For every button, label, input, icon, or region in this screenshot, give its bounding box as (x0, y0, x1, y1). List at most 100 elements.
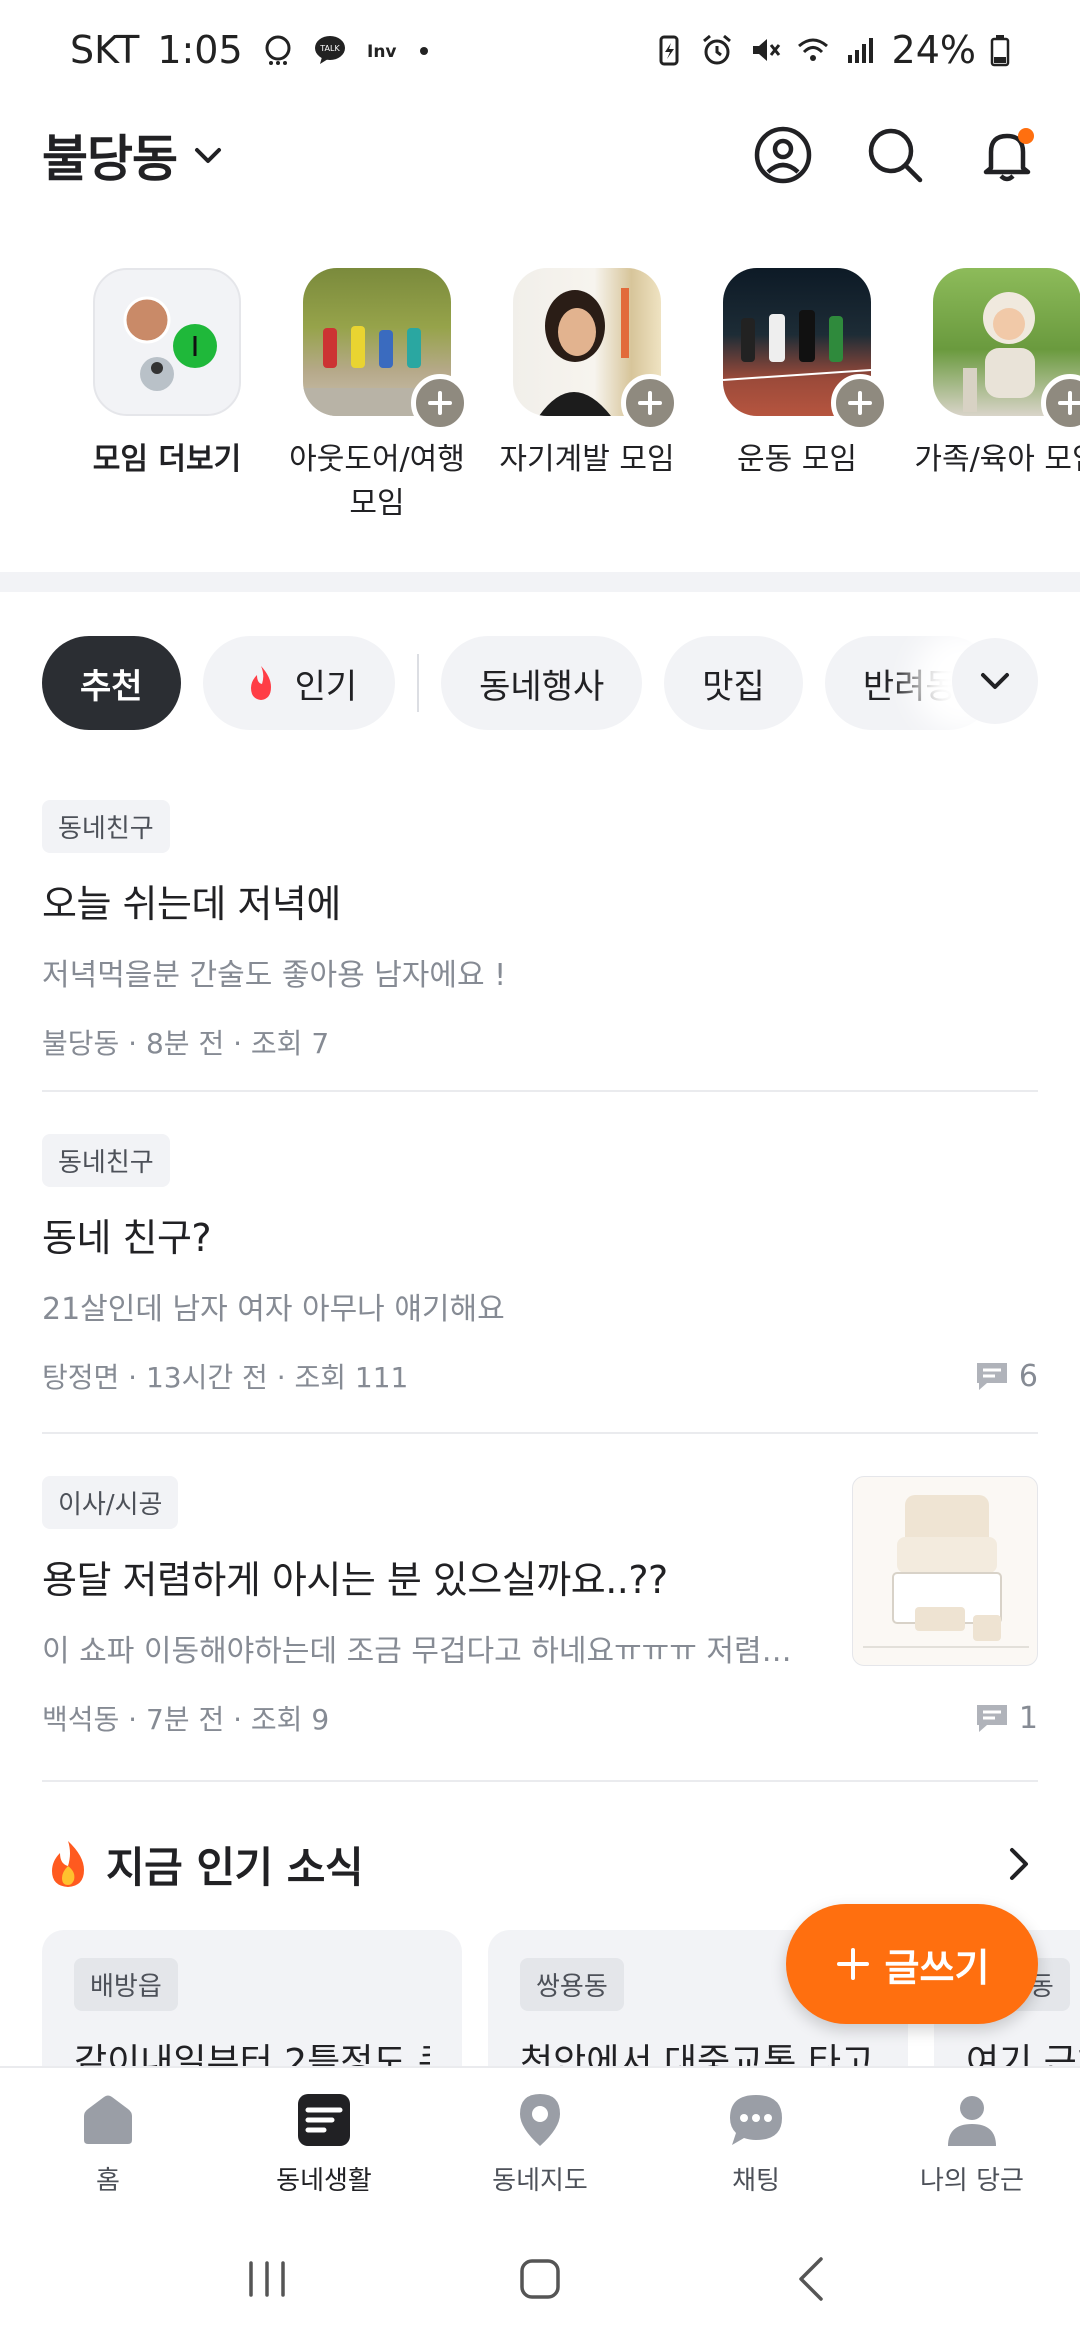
join-plus-icon (411, 374, 469, 432)
group-label: 아웃도어/여행 모임 (289, 442, 465, 521)
nav-home[interactable]: 홈 (0, 2068, 216, 2218)
popular-card[interactable]: 배방읍 같이내일부터 2틀정도 쿠 (42, 1930, 462, 2070)
nav-label: 채팅 (732, 2165, 780, 2196)
comment-icon (976, 1363, 1007, 1390)
system-nav-bar (0, 2218, 1080, 2340)
battery-icon (990, 35, 1010, 67)
battery-saver-icon (659, 35, 679, 66)
comment-icon (976, 1705, 1007, 1732)
group-outdoor-thumb (303, 268, 469, 432)
comment-count-value: 6 (1018, 1358, 1038, 1394)
recent-apps-icon[interactable] (237, 2249, 297, 2309)
chevron-right-icon[interactable] (998, 1844, 1038, 1884)
clock: 1:05 (157, 28, 243, 72)
community-board-icon (298, 2093, 350, 2146)
post-thumbnail[interactable] (852, 1476, 1038, 1666)
popular-card-tag: 쌍용동 (520, 1958, 624, 2011)
battery-percent: 24% (891, 28, 976, 72)
chat-bubble-icon (730, 2094, 782, 2145)
post-preview: 저녁먹을분 간술도 좋아용 남자에요 ! (42, 958, 507, 993)
join-plus-icon (621, 374, 679, 432)
carrier: SKT (70, 28, 140, 72)
join-plus-icon (831, 374, 889, 432)
group-bundle-icon (123, 296, 217, 391)
category-chip-bar: 추천 인기 동네행사 맛집 반려동 (42, 636, 1080, 730)
popular-news-header[interactable]: 지금 인기 소식 (42, 1832, 1038, 1896)
group-more[interactable]: 모임 더보기 (62, 268, 272, 538)
search-icon[interactable] (864, 124, 926, 186)
post-title: 동네 친구? (42, 1216, 212, 1260)
group-label: 운동 모임 (737, 442, 857, 477)
nav-my-profile[interactable]: 나의 당근 (864, 2068, 1080, 2218)
notifications-button[interactable] (976, 124, 1038, 186)
nav-chat[interactable]: 채팅 (648, 2068, 864, 2218)
more-notifications-dot-icon (419, 47, 428, 55)
comment-count: 1 (975, 1701, 1038, 1736)
fire-icon (52, 1841, 84, 1887)
chip-label: 인기 (294, 666, 358, 707)
group-label: 모임 더보기 (92, 442, 242, 477)
status-left: SKT 1:05 TALK Inv (70, 28, 431, 72)
sofa-photo (863, 1495, 1029, 1648)
nav-community[interactable]: 동네생활 (216, 2068, 432, 2218)
group-self-development[interactable]: 자기계발 모임 (482, 268, 692, 538)
write-post-button[interactable]: 글쓰기 (786, 1904, 1038, 2024)
nav-label: 나의 당근 (920, 2165, 1024, 2196)
header-actions (752, 124, 1038, 186)
mute-icon (752, 39, 780, 61)
status-right: 24% (652, 28, 1010, 72)
popular-card-tag: 배방읍 (74, 1958, 178, 2011)
group-exercise[interactable]: 운동 모임 (692, 268, 902, 538)
post-category-tag: 이사/시공 (42, 1476, 179, 1529)
post-meta: 탕정면 · 13시간 전 · 조회 111 6 (42, 1356, 1038, 1396)
chevron-down-icon (981, 673, 1009, 689)
chip-separator (417, 654, 420, 712)
post-title: 오늘 쉬는데 저녁에 (42, 882, 341, 926)
signal-icon (847, 38, 873, 63)
top-header: 불당동 (0, 110, 1080, 200)
chip-popular[interactable]: 인기 (202, 636, 396, 730)
notification-badge (1018, 128, 1034, 144)
post-preview: 이 쇼파 이동해야하는데 조금 무겁다고 하네요ㅠㅠㅠ 저렴한 ... (42, 1634, 818, 1669)
nav-map[interactable]: 동네지도 (432, 2068, 648, 2218)
post-meta: 불당동 · 8분 전 · 조회 7 (42, 1022, 1038, 1062)
back-icon[interactable] (783, 2249, 843, 2309)
alarm-icon (702, 34, 731, 65)
post-category-tag: 동네친구 (42, 800, 170, 853)
svg-text:Inv: Inv (367, 42, 397, 62)
group-outdoor[interactable]: 아웃도어/여행 모임 (272, 268, 482, 538)
comment-count-value: 1 (1018, 1700, 1038, 1736)
comment-count: 6 (975, 1359, 1038, 1394)
person-icon (948, 2095, 996, 2146)
post-item[interactable]: 이사/시공 용달 저렴하게 아시는 분 있으실까요..?? 이 쇼파 이동해야하… (42, 1476, 1038, 1738)
popular-news-title: 지금 인기 소식 (106, 1842, 364, 1892)
investing-app-icon: Inv (367, 42, 397, 62)
home-button-icon[interactable] (510, 2249, 570, 2309)
location-selector[interactable]: 불당동 (42, 119, 178, 191)
kakaotalk-icon: TALK (314, 36, 345, 64)
group-family-parenting[interactable]: 가족/육아 모임 (902, 268, 1080, 538)
group-self-dev-thumb (513, 268, 679, 432)
post-item[interactable]: 동네친구 오늘 쉬는데 저녁에 저녁먹을분 간술도 좋아용 남자에요 ! 불당동… (42, 800, 1038, 1062)
post-item[interactable]: 동네친구 동네 친구? 21살인데 남자 여자 아무나 얘기해요 탕정면 · 1… (42, 1134, 1038, 1396)
post-meta: 백석동 · 7분 전 · 조회 9 1 (42, 1698, 1038, 1738)
chevron-down-icon[interactable] (191, 138, 225, 172)
status-bar: SKT 1:05 TALK Inv 24% (0, 0, 1080, 100)
popular-card-title: 천안에서 대중교통 타고 (520, 2042, 875, 2070)
chip-restaurants[interactable]: 맛집 (664, 636, 803, 730)
popular-card-title: 여기 근처 (966, 2042, 1080, 2070)
post-divider (42, 1090, 1038, 1092)
wifi-icon (797, 38, 828, 61)
chip-expand-button[interactable] (952, 638, 1038, 724)
profile-icon[interactable] (752, 124, 814, 186)
group-label: 자기계발 모임 (499, 442, 675, 477)
nav-label: 홈 (96, 2165, 120, 2196)
write-post-label: 글쓰기 (884, 1945, 990, 1990)
flame-icon (250, 666, 271, 700)
post-meta-text: 백석동 · 7분 전 · 조회 9 (42, 1703, 330, 1736)
post-preview: 21살인데 남자 여자 아무나 얘기해요 (42, 1292, 505, 1327)
chip-local-events[interactable]: 동네행사 (441, 636, 643, 730)
nav-label: 동네지도 (492, 2165, 588, 2196)
chip-recommended[interactable]: 추천 (42, 636, 181, 730)
svg-text:TALK: TALK (319, 44, 340, 53)
